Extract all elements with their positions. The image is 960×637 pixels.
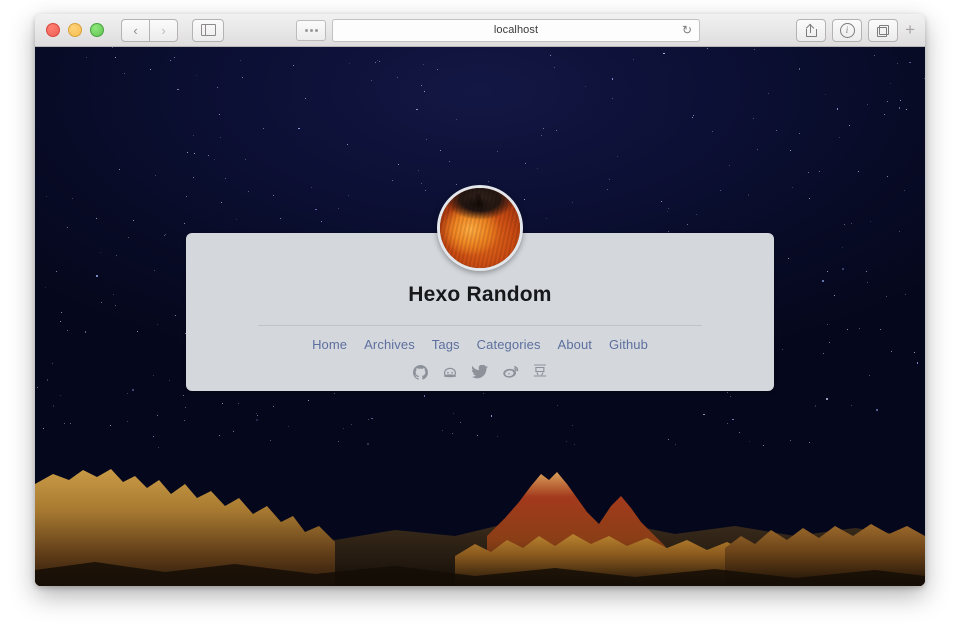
reader-info-button[interactable]: i <box>832 19 863 42</box>
site-navigation: Home Archives Tags Categories About Gith… <box>186 337 774 352</box>
social-links: 豆 <box>186 363 774 381</box>
site-title: Hexo Random <box>408 283 552 306</box>
page-viewport: Hexo Random Home Archives Tags Categorie… <box>35 47 925 586</box>
social-link-github[interactable] <box>411 363 429 381</box>
navigation-buttons: ‹ › <box>121 18 178 42</box>
tabs-overview-button[interactable] <box>296 19 326 41</box>
back-button[interactable]: ‹ <box>121 18 149 42</box>
screenshot-root: ‹ › localhost ↻ i + Hexo Random Home Arc… <box>0 0 960 637</box>
address-bar[interactable]: localhost ↻ <box>332 18 700 42</box>
chevron-left-icon: ‹ <box>133 22 138 38</box>
profile-card: Hexo Random Home Archives Tags Categorie… <box>186 185 774 391</box>
mountain-ridge-svg <box>35 469 925 586</box>
divider <box>258 325 702 326</box>
twitter-icon <box>472 365 488 379</box>
window-controls <box>46 23 104 37</box>
nav-link-home[interactable]: Home <box>312 337 347 352</box>
social-link-zhihu[interactable] <box>441 363 459 381</box>
browser-toolbar: ‹ › localhost ↻ i + <box>35 14 925 47</box>
social-link-douban[interactable]: 豆 <box>531 363 549 381</box>
dots-icon <box>314 28 318 32</box>
avatar-image <box>440 188 520 268</box>
share-button[interactable] <box>796 19 827 42</box>
minimize-button[interactable] <box>68 23 82 37</box>
toolbar-right-group: i + <box>790 19 915 42</box>
avatar[interactable] <box>437 185 523 271</box>
sidebar-icon <box>200 24 216 36</box>
address-bar-value: localhost <box>493 24 539 36</box>
new-tab-button[interactable]: + <box>905 21 915 40</box>
zhihu-icon <box>443 367 457 377</box>
douban-icon: 豆 <box>533 364 547 380</box>
tabs-icon <box>877 24 890 37</box>
zoom-button[interactable] <box>90 23 104 37</box>
reload-icon[interactable]: ↻ <box>682 24 692 36</box>
social-link-twitter[interactable] <box>471 363 489 381</box>
nav-link-tags[interactable]: Tags <box>432 337 460 352</box>
dots-icon <box>309 28 313 32</box>
dots-icon <box>304 28 308 32</box>
github-icon <box>412 364 428 380</box>
share-icon <box>805 24 817 37</box>
show-tabs-button[interactable] <box>868 19 899 42</box>
browser-window: ‹ › localhost ↻ i + Hexo Random Home Arc… <box>35 14 925 586</box>
info-icon: i <box>839 23 855 38</box>
nav-link-about[interactable]: About <box>558 337 592 352</box>
nav-link-archives[interactable]: Archives <box>364 337 415 352</box>
chevron-right-icon: › <box>161 22 166 38</box>
nav-link-categories[interactable]: Categories <box>477 337 541 352</box>
nav-link-github[interactable]: Github <box>609 337 648 352</box>
weibo-icon <box>502 366 518 378</box>
mountain-landscape <box>35 436 925 586</box>
sidebar-toggle-button[interactable] <box>192 18 224 42</box>
close-button[interactable] <box>46 23 60 37</box>
social-link-weibo[interactable] <box>501 363 519 381</box>
forward-button[interactable]: › <box>149 18 178 42</box>
